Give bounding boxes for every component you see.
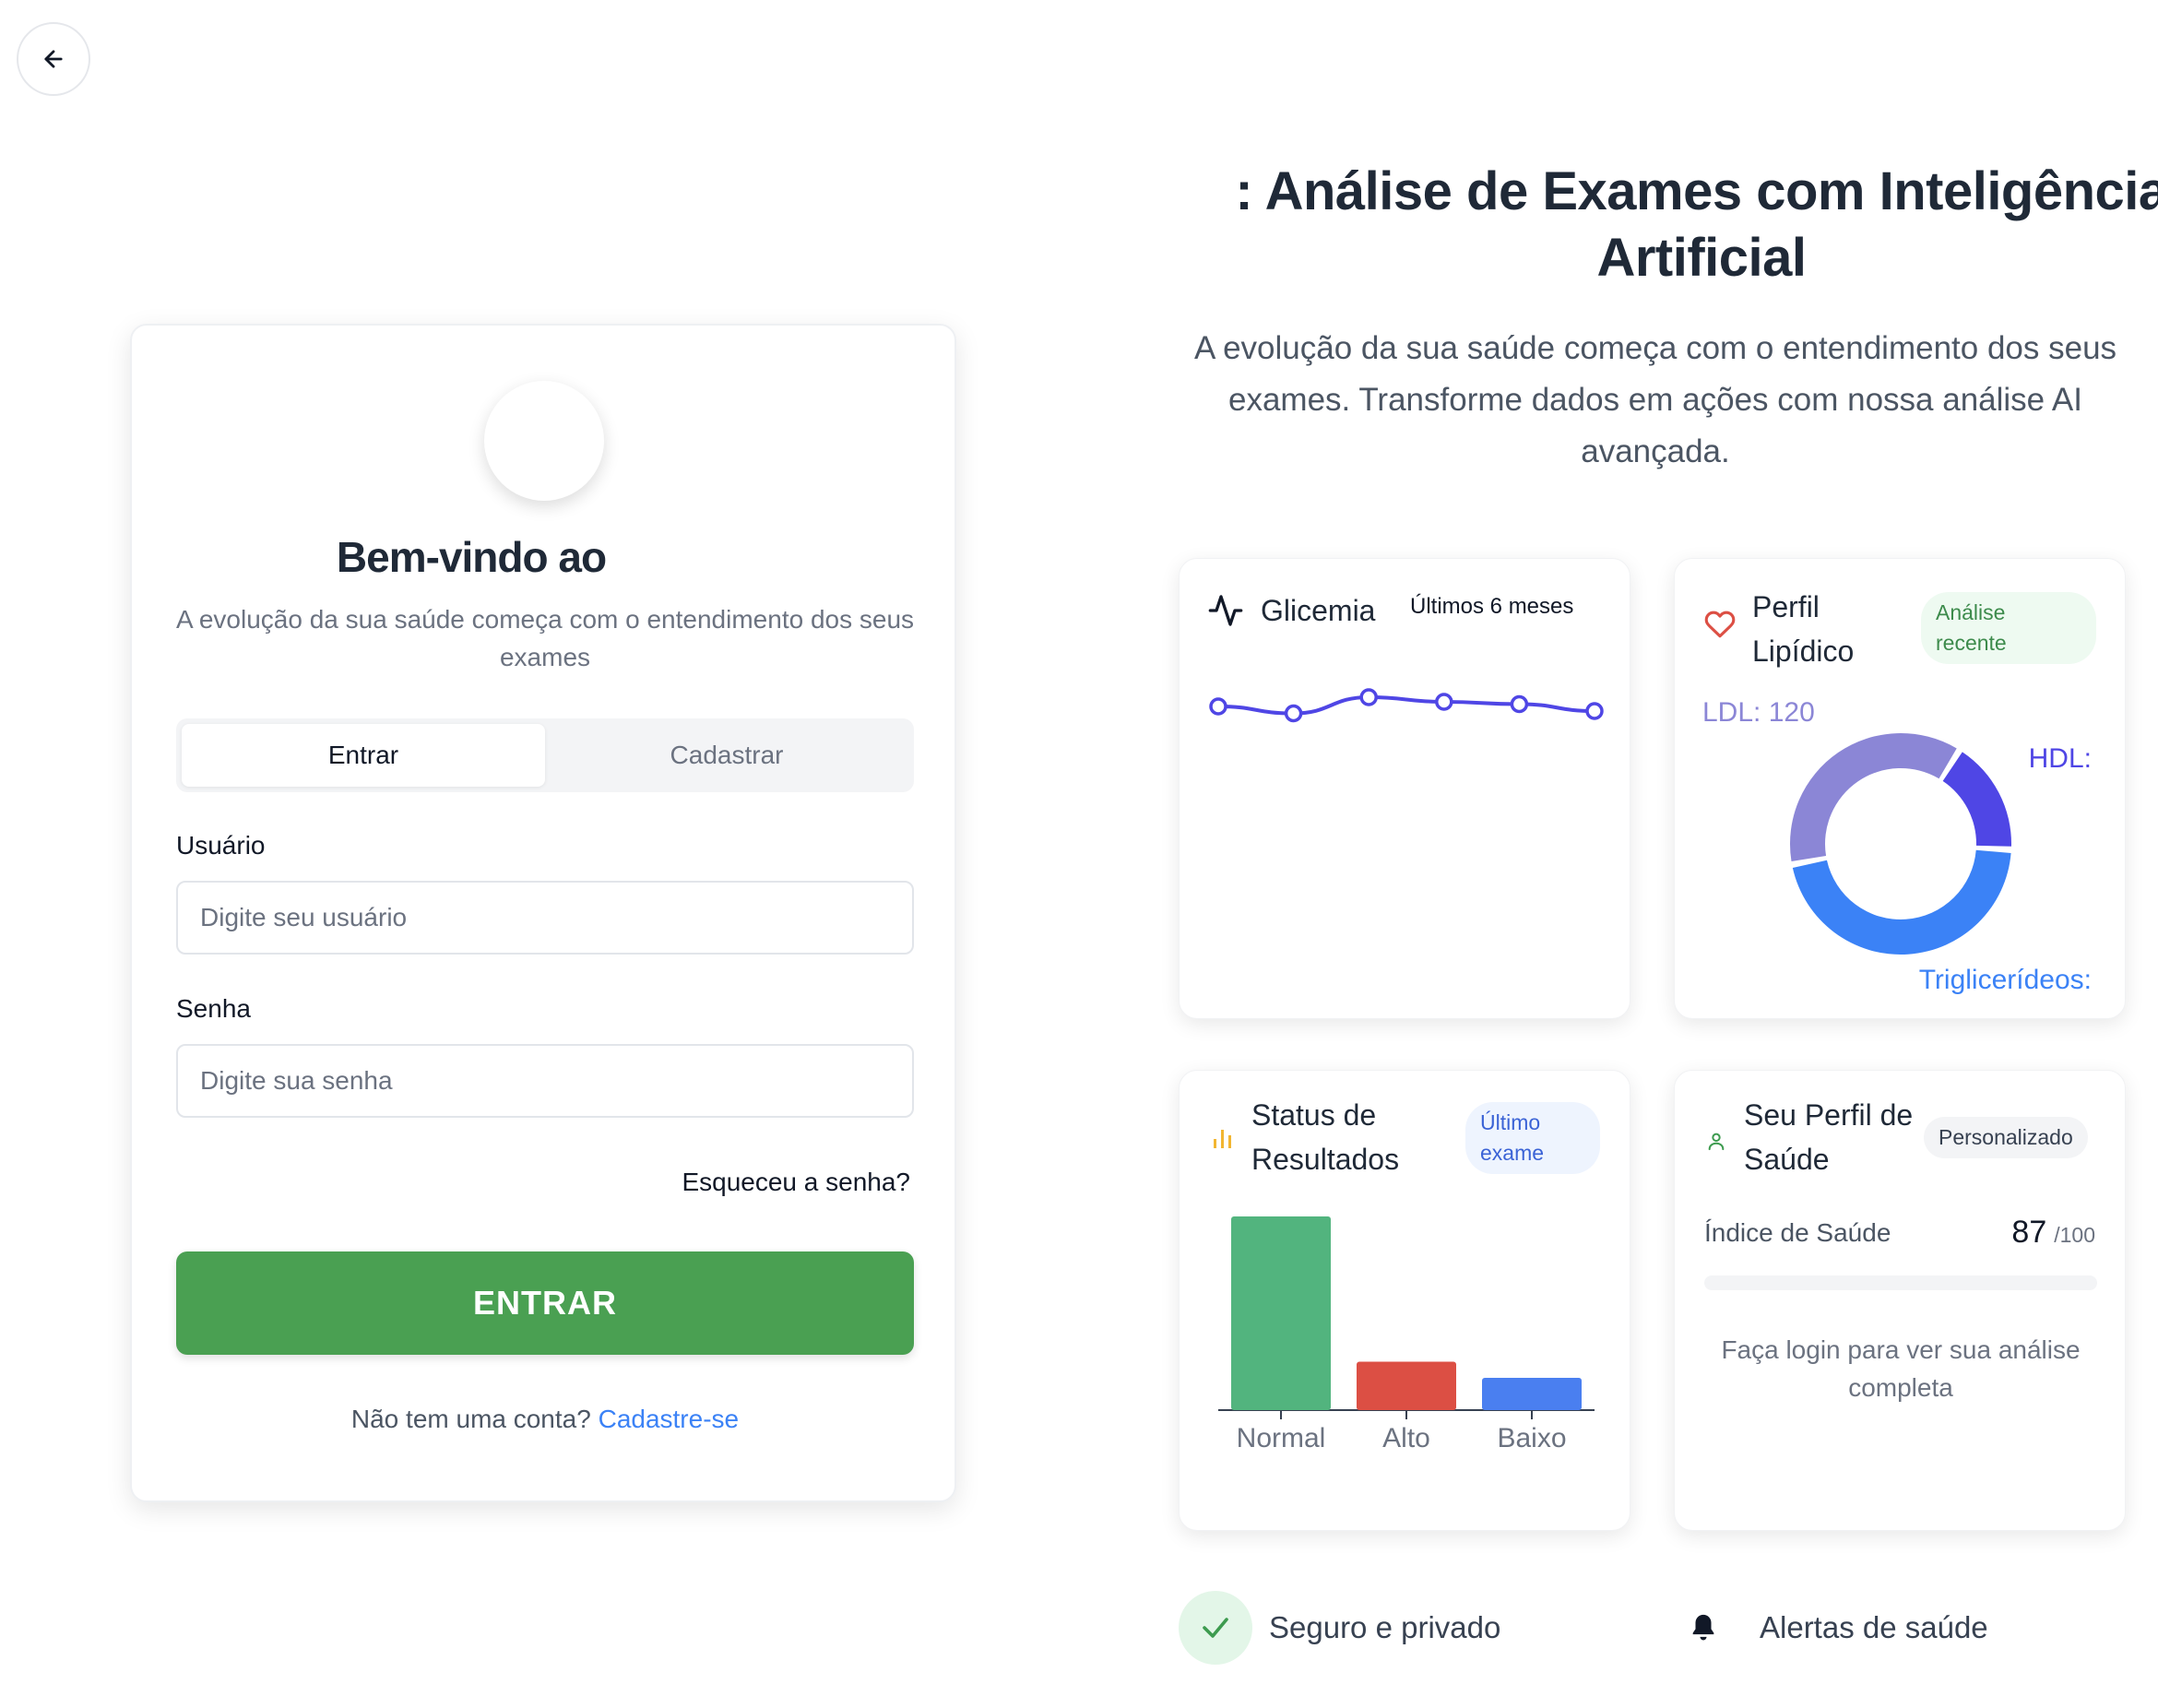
glicemia-line-chart — [1209, 688, 1604, 723]
password-label: Senha — [176, 994, 251, 1023]
welcome-subtitle: A evolução da sua saúde começa com o ent… — [175, 605, 915, 671]
glicemia-card: Glicemia Últimos 6 meses — [1179, 558, 1630, 1019]
user-icon — [1708, 1133, 1725, 1151]
health-index-bar — [1704, 1275, 2097, 1290]
login-card: Bem-vindo ao A evolução da sua saúde com… — [130, 324, 956, 1502]
lipid-donut-chart — [1790, 732, 2011, 955]
check-circle — [1179, 1591, 1252, 1665]
health-index-value: 87 /100 — [2011, 1215, 2095, 1251]
health-index-max: /100 — [2054, 1223, 2095, 1247]
hero-subtitle: A evolução da sua saúde começa com o ent… — [1193, 330, 2117, 469]
no-account-text: Não tem uma conta? — [350, 1405, 591, 1433]
tab-cadastrar[interactable]: Cadastrar — [545, 724, 908, 787]
profile-badge: Personalizado — [1924, 1117, 2088, 1158]
password-input[interactable] — [176, 1044, 914, 1118]
lipid-card: Perfil Lipídico Análise recente LDL: 120… — [1674, 558, 2126, 1019]
bell-icon — [1692, 1614, 1714, 1641]
lipid-slice-triglicerídeos — [1792, 849, 2011, 955]
logo — [484, 381, 604, 501]
status-bar-alto — [1357, 1361, 1456, 1410]
profile-card: Seu Perfil de Saúde Personalizado Índice… — [1674, 1070, 2126, 1531]
forgot-password-link[interactable]: Esqueceu a senha? — [682, 1168, 910, 1197]
status-bar-chart: Normal Alto Baixo — [1218, 1216, 1595, 1453]
glicemia-point — [1209, 697, 1227, 716]
profile-login-hint: Faça login para ver sua análise completa — [1721, 1335, 2081, 1402]
username-input[interactable] — [176, 881, 914, 955]
check-icon — [1203, 1618, 1228, 1638]
glicemia-series-line — [1217, 694, 1595, 716]
glicemia-point — [1284, 704, 1303, 723]
back-button[interactable] — [17, 22, 90, 96]
status-tick-label: Baixo — [1497, 1423, 1566, 1453]
feature-alerts: Alertas de saúde — [1688, 1591, 1988, 1665]
login-submit-button[interactable]: ENTRAR — [176, 1251, 914, 1355]
profile-title: Seu Perfil de Saúde — [1744, 1098, 1914, 1176]
status-tick-label: Alto — [1382, 1423, 1430, 1453]
status-bar-normal — [1231, 1216, 1331, 1410]
glicemia-point — [1435, 693, 1453, 711]
health-index-score: 87 — [2011, 1215, 2047, 1250]
welcome-title: Bem-vindo ao — [336, 533, 607, 581]
hdl-label: HDL: — [2028, 743, 2092, 774]
username-label: Usuário — [176, 831, 266, 860]
health-index-label: Índice de Saúde — [1704, 1218, 1891, 1247]
status-bar-baixo — [1482, 1378, 1582, 1410]
triglycerides-label: Triglicerídeos: — [1918, 965, 2092, 995]
signup-link[interactable]: Cadastre-se — [599, 1405, 740, 1433]
hero-title: : Análise de Exames com Inteligência Art… — [1235, 161, 2158, 288]
status-card: Status de Resultados Último exame Normal… — [1179, 1070, 1630, 1531]
glicemia-point — [1585, 702, 1604, 720]
glicemia-point — [1359, 688, 1378, 706]
feature-secure-label: Seguro e privado — [1269, 1610, 1501, 1644]
lipid-slice-hdl — [1942, 752, 2011, 847]
feature-secure: Seguro e privado — [1179, 1591, 1500, 1665]
ldl-label: LDL: 120 — [1702, 697, 1815, 728]
status-tick-label: Normal — [1237, 1423, 1326, 1453]
feature-alerts-label: Alertas de saúde — [1760, 1610, 1988, 1644]
arrow-left-icon — [44, 50, 63, 68]
glicemia-point — [1510, 694, 1529, 714]
auth-tabs: Entrar Cadastrar — [176, 718, 914, 792]
tab-entrar[interactable]: Entrar — [182, 724, 545, 787]
signup-prompt: Não tem uma conta? Cadastre-se — [132, 1405, 958, 1434]
lipid-slice-ldl — [1790, 732, 1957, 861]
